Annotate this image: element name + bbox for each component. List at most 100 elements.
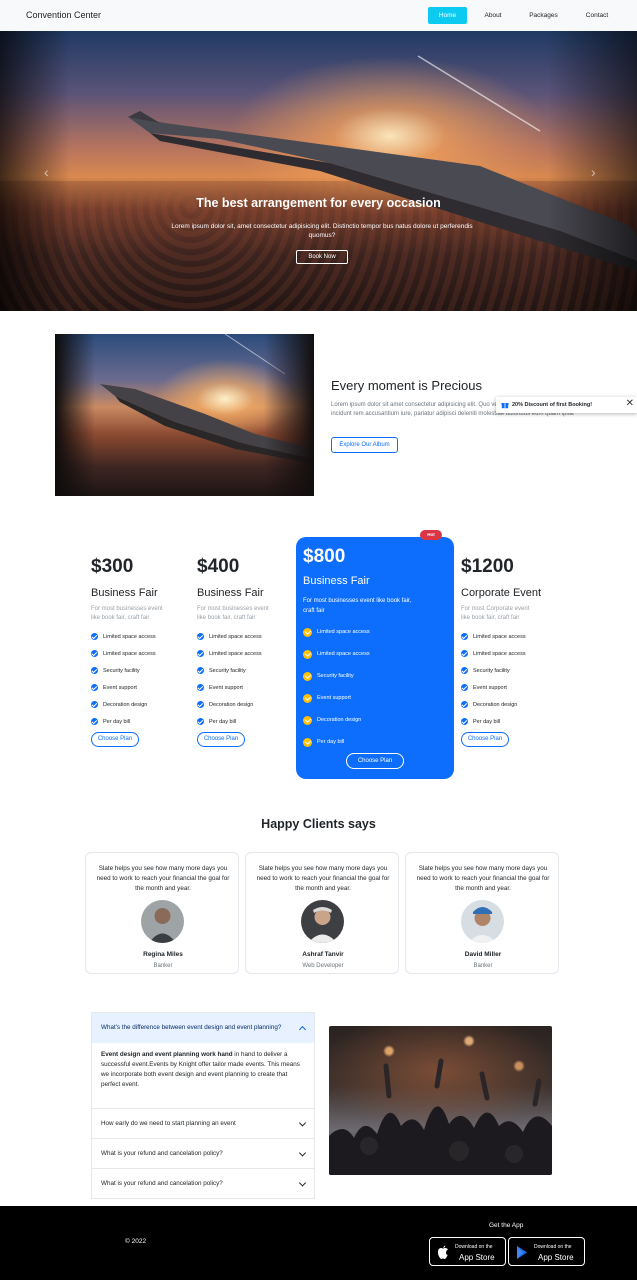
feature-item: Security facility <box>461 662 541 679</box>
check-icon <box>461 718 468 725</box>
plan-name: Business Fair <box>197 587 264 599</box>
plan-desc: For most businesses event like book fair… <box>197 606 269 621</box>
choose-plan-button[interactable]: Choose Plan <box>461 732 509 747</box>
about-image <box>55 334 314 496</box>
faq-question-toggle[interactable]: What is your refund and cancelation poli… <box>92 1139 314 1168</box>
plan-desc: For most businesses event like book fair… <box>91 606 163 621</box>
hero-vignette-left <box>0 31 70 311</box>
client-name: Ashraf Tanvir <box>302 951 344 958</box>
choose-plan-button[interactable]: Choose Plan <box>346 753 404 769</box>
client-name: David Miller <box>464 951 502 958</box>
feature-item: Per day bill <box>91 713 166 730</box>
feature-item: Limited space access <box>461 645 541 662</box>
plan-price: $400 <box>197 556 240 577</box>
plan-name: Business Fair <box>91 587 158 599</box>
feature-item: Limited space access <box>91 645 166 662</box>
avatar <box>461 900 504 943</box>
faq-item: How early do we need to start planning a… <box>91 1109 315 1139</box>
feature-item: Event support <box>461 679 541 696</box>
google-play-icon <box>517 1246 527 1259</box>
feature-item: Limited space access <box>91 628 166 645</box>
faq-question-text: How early do we need to start planning a… <box>101 1120 236 1127</box>
copyright: © 2022 <box>125 1238 147 1245</box>
hot-badge: Hot <box>420 530 442 540</box>
check-icon <box>461 633 468 640</box>
concert-crowd-image <box>329 1026 552 1175</box>
plan-name: Corporate Event <box>461 587 542 599</box>
choose-plan-button[interactable]: Choose Plan <box>197 732 245 747</box>
feature-item: Limited space access <box>197 628 272 645</box>
check-icon <box>91 701 98 708</box>
check-icon <box>303 715 312 725</box>
pricing-card-300: $300 Business Fair For most businesses e… <box>91 556 166 747</box>
nav-home[interactable]: Home <box>428 7 467 24</box>
check-icon <box>197 684 204 691</box>
feature-item: Event support <box>91 679 166 696</box>
check-icon <box>303 737 312 747</box>
nav-contact[interactable]: Contact <box>578 7 616 24</box>
plan-price: $300 <box>91 556 134 577</box>
check-icon <box>91 718 98 725</box>
check-icon <box>461 701 468 708</box>
faq-answer: Event design and event planning work han… <box>92 1043 314 1108</box>
feature-item: Per day bill <box>303 731 370 753</box>
feature-list: Limited space access Limited space acces… <box>197 628 272 730</box>
feature-item: Per day bill <box>461 713 541 730</box>
check-icon <box>303 649 312 659</box>
avatar-image <box>461 900 504 943</box>
chevron-down-icon <box>298 1148 307 1157</box>
check-icon <box>91 650 98 657</box>
feature-item: Decoration design <box>461 696 541 713</box>
faq-question-toggle[interactable]: What is your refund and cancelation poli… <box>92 1169 314 1198</box>
check-icon <box>303 671 312 681</box>
about-title: Every moment is Precious <box>331 378 482 393</box>
faq-question-toggle[interactable]: How early do we need to start planning a… <box>92 1109 314 1138</box>
faq-item: What is your refund and cancelation poli… <box>91 1169 315 1199</box>
plan-price: $800 <box>303 546 346 567</box>
close-icon[interactable]: ✕ <box>626 398 634 409</box>
feature-item: Limited space access <box>197 645 272 662</box>
avatar-image <box>301 900 344 943</box>
check-icon <box>197 718 204 725</box>
faq-item: What's the difference between event desi… <box>91 1012 315 1109</box>
feature-item: Limited space access <box>303 643 370 665</box>
client-role: Banker <box>473 963 493 969</box>
nav-about[interactable]: About <box>476 7 510 24</box>
client-name: Regina Miles <box>143 951 183 958</box>
client-role: Web Developer <box>302 963 344 969</box>
choose-plan-button[interactable]: Choose Plan <box>91 732 139 747</box>
feature-item: Limited space access <box>303 621 370 643</box>
store-small-text: Download on the <box>534 1244 572 1250</box>
chevron-up-icon <box>298 1025 307 1034</box>
carousel-next-icon[interactable]: › <box>591 164 596 180</box>
testimonials-title: Happy Clients says <box>261 817 376 831</box>
discount-toast: 20% Discount of first Booking! ✕ <box>496 397 637 413</box>
google-play-button[interactable]: Download on the App Store <box>508 1237 585 1266</box>
avatar <box>301 900 344 943</box>
check-icon <box>303 693 312 703</box>
check-icon <box>461 667 468 674</box>
app-store-button[interactable]: Download on the App Store <box>429 1237 506 1266</box>
feature-item: Decoration design <box>197 696 272 713</box>
explore-album-button[interactable]: Explore Our Album <box>331 437 398 453</box>
feature-list: Limited space access Limited space acces… <box>303 621 370 753</box>
pricing-card-800-featured: $800 Business Fair For most businesses e… <box>296 537 454 779</box>
window-frame-left <box>55 334 95 496</box>
store-small-text: Download on the <box>455 1244 493 1250</box>
store-big-text: App Store <box>538 1253 574 1262</box>
nav-packages[interactable]: Packages <box>522 7 565 24</box>
testimonial-quote: Slate helps you see how many more days y… <box>96 865 230 892</box>
testimonial-quote: Slate helps you see how many more days y… <box>256 865 390 892</box>
testimonial-card: Slate helps you see how many more days y… <box>85 852 239 974</box>
feature-list: Limited space access Limited space acces… <box>461 628 541 730</box>
gift-icon <box>501 403 509 409</box>
book-now-button[interactable]: Book Now <box>296 250 348 264</box>
faq-question-toggle[interactable]: What's the difference between event desi… <box>92 1013 314 1043</box>
navbar: Convention Center Home About Packages Co… <box>0 0 637 31</box>
carousel-prev-icon[interactable]: ‹ <box>44 164 49 180</box>
hero-title: The best arrangement for every occasion <box>196 196 441 210</box>
pricing-card-400: $400 Business Fair For most businesses e… <box>197 556 272 747</box>
brand-logo[interactable]: Convention Center <box>26 10 101 20</box>
testimonial-card: Slate helps you see how many more days y… <box>245 852 399 974</box>
testimonial-quote: Slate helps you see how many more days y… <box>416 865 550 892</box>
